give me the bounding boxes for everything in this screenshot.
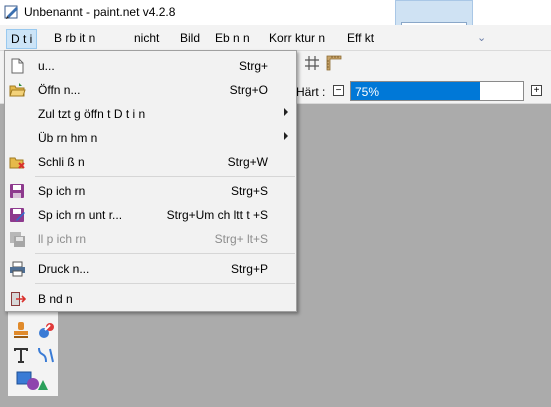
hardness-decrease-button[interactable]: − [333,85,344,96]
menu-item-save[interactable]: Sp ich rn Strg+S [5,179,296,203]
menu-item-label: Schli ß n [38,155,85,169]
menu-item-acquire[interactable]: Üb rn hm n [5,126,296,150]
chevron-down-icon[interactable]: ⌄ [477,31,486,44]
clone-stamp-icon[interactable] [11,320,31,340]
menu-item-label: Druck n... [38,262,90,276]
grid-icon[interactable] [304,55,320,71]
menu-item-shortcut: Strg+O [229,83,268,97]
line-curve-icon[interactable] [36,345,56,365]
menu-item-label: B nd n [38,292,73,306]
menu-item-shortcut: Strg+Um ch ltt t +S [166,208,268,222]
tools-panel [8,312,58,396]
menu-item-close[interactable]: Schli ß n Strg+W [5,150,296,174]
save-all-icon [10,232,25,247]
menu-separator [35,253,295,254]
submenu-arrow-icon [284,108,288,116]
new-file-icon [11,58,24,74]
menu-item-new[interactable]: u... Strg+ [5,54,296,78]
hardness-label: Härt : [296,85,326,99]
menu-item-print[interactable]: Druck n... Strg+P [5,257,296,281]
menu-adjustments[interactable]: Korr ktur n [265,29,329,49]
hardness-slider[interactable]: 75% [350,81,524,101]
menu-item-exit[interactable]: B nd n [5,287,296,311]
menu-edit[interactable]: B rb it n [50,29,99,49]
close-folder-icon [9,157,25,169]
exit-icon [11,292,26,306]
menu-separator [35,283,295,284]
hardness-value: 75% [355,85,380,99]
print-icon [10,261,25,277]
menu-view[interactable]: nicht [130,29,163,49]
window-title: Unbenannt - paint.net v4.2.8 [24,5,176,19]
menu-item-shortcut: Strg+ lt+S [214,232,268,246]
menu-image[interactable]: Bild [176,29,204,49]
shapes-icon[interactable] [16,370,50,392]
open-folder-icon [9,83,26,97]
menu-item-label: Öffn n... [38,83,81,97]
file-menu-dropdown: u... Strg+ Öffn n... Strg+O Zul tzt g öf… [4,50,297,312]
submenu-arrow-icon [284,132,288,140]
menu-item-label: ll p ich rn [38,232,87,246]
ruler-icon[interactable] [326,55,342,71]
menu-bar: D t i B rb it n nicht Bild Eb n n Korr k… [0,25,551,51]
menu-item-shortcut: Strg+ [238,59,268,73]
menu-effects[interactable]: Eff kt [343,29,378,49]
menu-item-open[interactable]: Öffn n... Strg+O [5,78,296,102]
recolor-icon[interactable] [36,320,56,340]
menu-item-label: u... [38,59,55,73]
menu-item-recent-files[interactable]: Zul tzt g öffn t D t i n [5,102,296,126]
menu-item-label: Sp ich rn unt r... [38,208,123,222]
hardness-increase-button[interactable]: + [531,85,542,96]
menu-item-label: Sp ich rn [38,184,86,198]
menu-item-label: Üb rn hm n [38,131,98,145]
menu-layers[interactable]: Eb n n [211,29,254,49]
menu-item-shortcut: Strg+W [227,155,268,169]
paintnet-app-icon [4,5,18,19]
menu-item-shortcut: Strg+P [230,262,268,276]
save-as-icon [10,208,25,222]
menu-separator [35,176,295,177]
menu-item-shortcut: Strg+S [230,184,268,198]
menu-item-label: Zul tzt g öffn t D t i n [38,107,146,121]
menu-item-save-as[interactable]: Sp ich rn unt r... Strg+Um ch ltt t +S [5,203,296,227]
text-tool-icon[interactable] [11,345,31,365]
menu-file[interactable]: D t i [6,29,38,49]
save-icon [10,184,24,198]
menu-item-save-all[interactable]: ll p ich rn Strg+ lt+S [5,227,296,251]
